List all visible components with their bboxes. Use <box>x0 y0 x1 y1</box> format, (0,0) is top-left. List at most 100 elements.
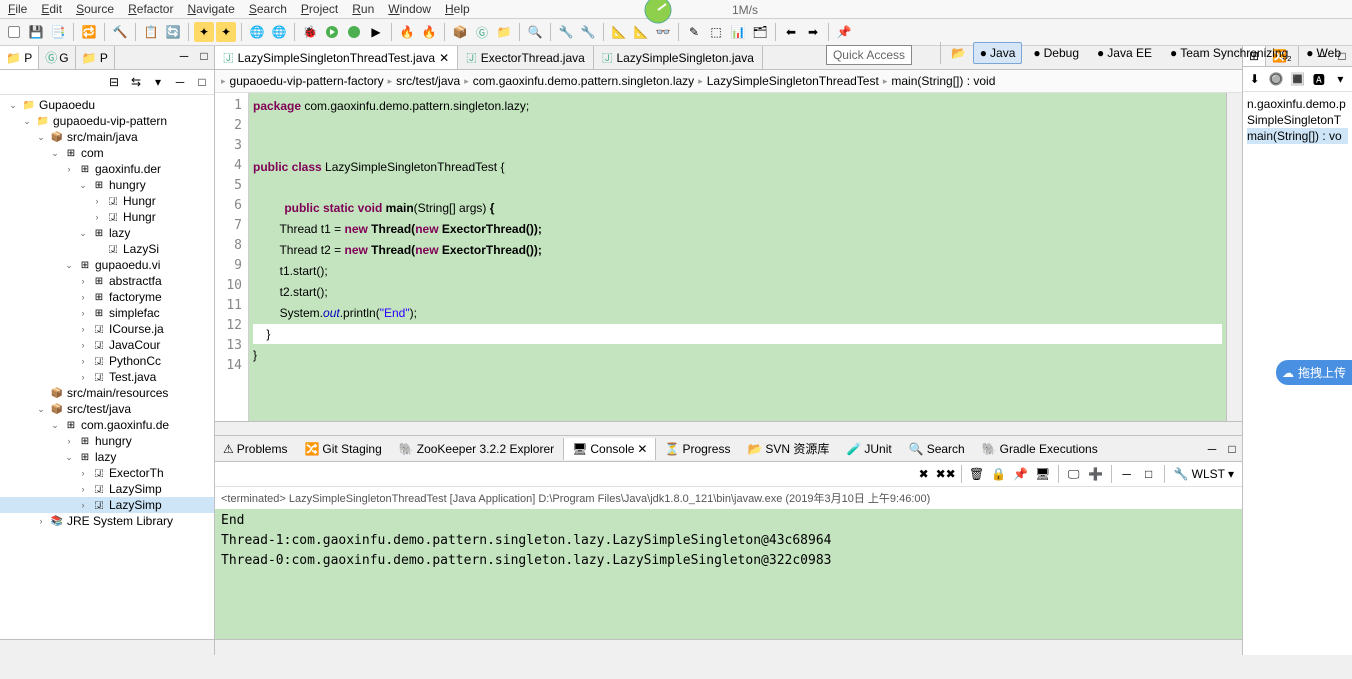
maximize-console-icon[interactable]: □ <box>1139 464 1159 484</box>
tree-node[interactable]: ›🇯PythonCc <box>0 353 214 369</box>
minimize-console-icon[interactable]: ─ <box>1117 464 1137 484</box>
menu-project[interactable]: Project <box>301 2 338 16</box>
breadcrumb[interactable]: ▸gupaoedu-vip-pattern-factory▸src/test/j… <box>215 70 1242 93</box>
save-all-icon[interactable]: 📑 <box>48 22 68 42</box>
bottom-tab-console[interactable]: 🖥Console ✕ <box>563 438 656 460</box>
tree-node[interactable]: ›⊞gaoxinfu.der <box>0 161 214 177</box>
btab-min-icon[interactable]: ─ <box>1202 439 1222 459</box>
editor-tab[interactable]: 🇯ExectorThread.java <box>458 46 594 69</box>
tree-node[interactable]: ⌄📁Gupaoedu <box>0 97 214 113</box>
run-ext-icon[interactable]: ▶ <box>366 22 386 42</box>
pin-console-icon[interactable]: 📌 <box>1011 464 1031 484</box>
tree-node[interactable]: ⌄📁gupaoedu-vip-pattern <box>0 113 214 129</box>
menu-help[interactable]: Help <box>445 2 470 16</box>
perspective-java-ee[interactable]: ●Java EE <box>1090 42 1159 64</box>
tree-node[interactable]: ›🇯Hungr <box>0 209 214 225</box>
breadcrumb-item[interactable]: com.gaoxinfu.demo.pattern.singleton.lazy <box>473 74 694 88</box>
tree-node[interactable]: ⌄⊞lazy <box>0 449 214 465</box>
bottom-tab-zookeeper-------explorer[interactable]: 🐘ZooKeeper 3.2.2 Explorer <box>391 438 563 460</box>
perspective-java[interactable]: ●Java <box>973 42 1023 64</box>
editor-v-scrollbar[interactable] <box>1226 93 1242 421</box>
perspective-team-synchronizing[interactable]: ●Team Synchronizing <box>1163 42 1295 64</box>
tree-node[interactable]: ›📚JRE System Library <box>0 513 214 529</box>
back-icon[interactable]: ⬅ <box>781 22 801 42</box>
outline-item[interactable]: SimpleSingletonT <box>1247 112 1348 128</box>
editor-tab[interactable]: 🇯LazySimpleSingleton.java <box>594 46 763 69</box>
left-tab-0[interactable]: 📁 P <box>0 46 39 69</box>
tool-d-icon[interactable]: 📐 <box>631 22 651 42</box>
tree-node[interactable]: ⌄📦src/main/java <box>0 129 214 145</box>
outline-item[interactable]: n.gaoxinfu.demo.p <box>1247 96 1348 112</box>
bottom-tab-junit[interactable]: 🧪JUnit <box>838 438 900 460</box>
pin-icon[interactable]: 📌 <box>834 22 854 42</box>
tool-c-icon[interactable]: 📐 <box>609 22 629 42</box>
project-tree[interactable]: ⌄📁Gupaoedu⌄📁gupaoedu-vip-pattern⌄📦src/ma… <box>0 95 214 639</box>
save-icon[interactable]: 💾 <box>26 22 46 42</box>
remove-launch-icon[interactable]: ✖ <box>914 464 934 484</box>
bottom-tab-progress[interactable]: ⏳Progress <box>656 438 739 460</box>
editor-tab[interactable]: 🇯LazySimpleSingletonThreadTest.java ✕ <box>215 46 458 69</box>
tree-node[interactable]: 🇯LazySi <box>0 241 214 257</box>
console-dropdown[interactable]: 🔧WLST ▾ <box>1170 467 1238 481</box>
tree-node[interactable]: ⌄⊞gupaoedu.vi <box>0 257 214 273</box>
tree-h-scrollbar[interactable] <box>0 639 214 655</box>
tool-a-icon[interactable]: 🔧 <box>556 22 576 42</box>
breadcrumb-item[interactable]: main(String[]) : void <box>891 74 995 88</box>
new-folder-icon[interactable]: 📁 <box>494 22 514 42</box>
filter2-icon[interactable]: 🔳 <box>1288 69 1307 89</box>
tree-node[interactable]: ⌄⊞hungry <box>0 177 214 193</box>
forward-icon[interactable]: ➡ <box>803 22 823 42</box>
tree-node[interactable]: ›🇯ICourse.ja <box>0 321 214 337</box>
breadcrumb-item[interactable]: gupaoedu-vip-pattern-factory <box>230 74 384 88</box>
search-icon[interactable]: 🔍 <box>525 22 545 42</box>
bottom-tab-search[interactable]: 🔍Search <box>901 438 974 460</box>
minimize-icon[interactable]: ─ <box>170 72 190 92</box>
fire-icon[interactable]: 🔥 <box>419 22 439 42</box>
bottom-tab-gradle-executions[interactable]: 🐘Gradle Executions <box>974 438 1107 460</box>
tree-node[interactable]: ›⊞simplefac <box>0 305 214 321</box>
highlight1-icon[interactable]: ✦ <box>194 22 214 42</box>
tool-e-icon[interactable]: 👓 <box>653 22 673 42</box>
link-editor-icon[interactable]: ⇆ <box>126 72 146 92</box>
close-tab-icon[interactable]: ✕ <box>439 51 449 65</box>
tree-node[interactable]: ›🇯LazySimp <box>0 481 214 497</box>
new-console-icon[interactable]: ➕ <box>1086 464 1106 484</box>
tree-node[interactable]: ›⊞hungry <box>0 433 214 449</box>
editor-h-scrollbar[interactable] <box>215 421 1242 435</box>
flame-icon[interactable]: 🔥 <box>397 22 417 42</box>
tree-node[interactable]: ⌄⊞lazy <box>0 225 214 241</box>
tree-node[interactable]: ›🇯Hungr <box>0 193 214 209</box>
tree-node[interactable]: ›🇯ExectorTh <box>0 465 214 481</box>
view-menu-icon[interactable]: ▾ <box>148 72 168 92</box>
menu-navigate[interactable]: Navigate <box>187 2 234 16</box>
left-max-icon[interactable]: □ <box>194 46 214 66</box>
menu-refactor[interactable]: Refactor <box>128 2 173 16</box>
code-editor[interactable]: 1234567891011121314 package com.gaoxinfu… <box>215 93 1242 421</box>
tree-node[interactable]: ›⊞factoryme <box>0 289 214 305</box>
new-pkg-icon[interactable]: 📦 <box>450 22 470 42</box>
hammer-icon[interactable]: 🔨 <box>110 22 130 42</box>
left-tab-2[interactable]: 📁 P <box>76 46 115 69</box>
srv-icon[interactable]: 🌐 <box>247 22 267 42</box>
tool-g-icon[interactable]: ⬚ <box>706 22 726 42</box>
tree-node[interactable]: ⌄⊞com.gaoxinfu.de <box>0 417 214 433</box>
code-content[interactable]: package com.gaoxinfu.demo.pattern.single… <box>249 93 1226 421</box>
tree-node[interactable]: ›🇯LazySimp <box>0 497 214 513</box>
tree-node[interactable]: ›🇯Test.java <box>0 369 214 385</box>
bottom-tab-git-staging[interactable]: 🔀Git Staging <box>296 438 390 460</box>
quick-access-input[interactable]: Quick Access <box>826 45 912 65</box>
remove-all-icon[interactable]: ✖✖ <box>936 464 956 484</box>
refresh-icon[interactable]: 🔄 <box>163 22 183 42</box>
open-perspective-icon[interactable]: 📂 <box>949 43 969 63</box>
tree-node[interactable]: ›🇯JavaCour <box>0 337 214 353</box>
bottom-tab-svn----[interactable]: 📂SVN 资源库 <box>739 436 838 461</box>
new-icon[interactable] <box>4 22 24 42</box>
tool-h-icon[interactable]: 📊 <box>728 22 748 42</box>
breadcrumb-item[interactable]: LazySimpleSingletonThreadTest <box>707 74 879 88</box>
tool-i-icon[interactable]: 🗂 <box>750 22 770 42</box>
bottom-tab-problems[interactable]: ⚠Problems <box>215 438 296 460</box>
menu-search[interactable]: Search <box>249 2 287 16</box>
tool-f-icon[interactable]: ✎ <box>684 22 704 42</box>
upload-float-button[interactable]: ☁ 拖拽上传 <box>1276 360 1352 385</box>
coverage-icon[interactable] <box>344 22 364 42</box>
